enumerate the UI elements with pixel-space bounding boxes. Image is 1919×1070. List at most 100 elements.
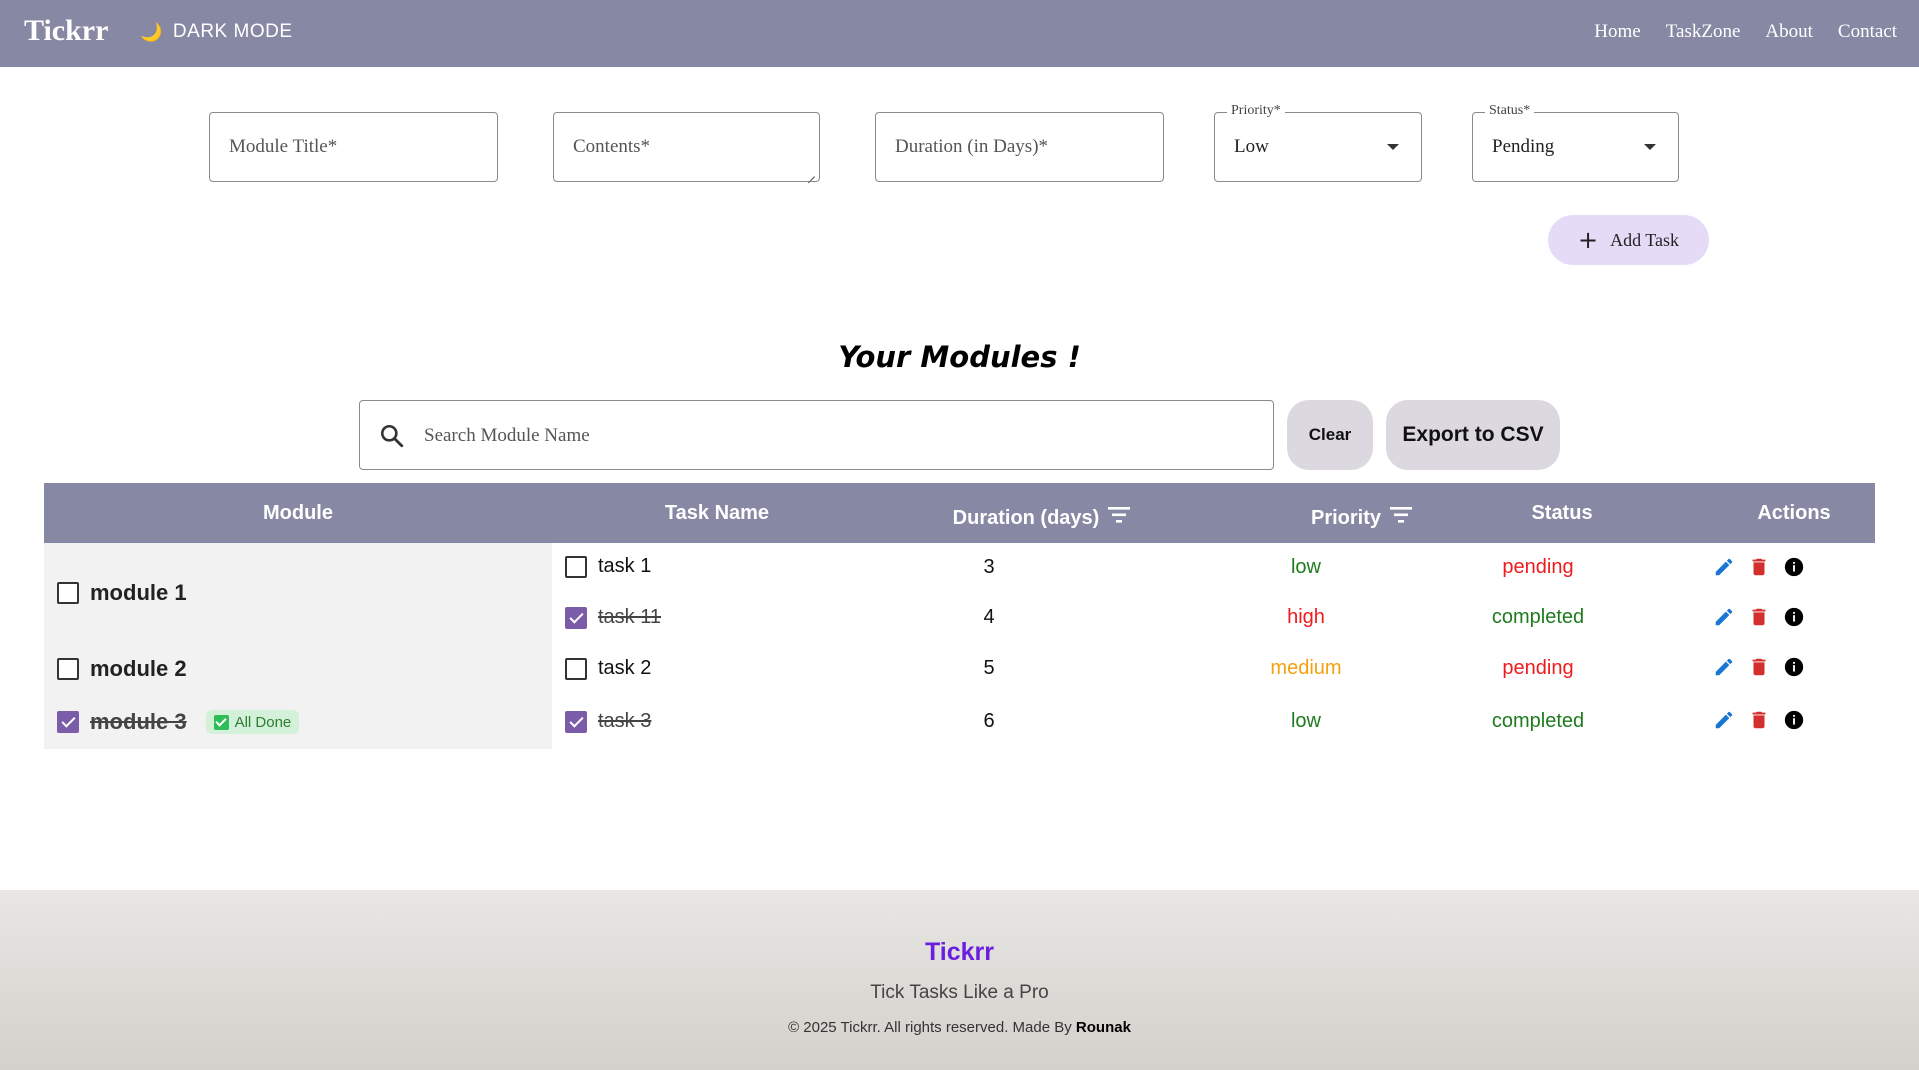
task-name: task 2 [598,657,652,679]
module-name: module 3 [90,709,187,734]
duration-placeholder: Duration (in Days)* [895,136,1049,157]
status-label: Status* [1485,103,1535,119]
priority-select[interactable]: Priority* Low [1214,103,1422,182]
priority-cell: low [1290,556,1321,578]
module-checkbox[interactable] [57,582,79,604]
priority-cell: medium [1270,657,1342,679]
header-actions: Actions [1674,483,1914,543]
task-checkbox[interactable] [565,657,587,680]
footer-brand: Tickrr [924,938,995,966]
contents-placeholder: Contents* [573,136,651,157]
moon-icon: 🌙 [140,21,163,42]
task-checkbox[interactable] [565,606,587,629]
module-name: module 1 [90,580,187,605]
duration-cell: 4 [983,606,995,628]
task-cell: task 11 [565,606,661,629]
task-checkbox[interactable] [565,555,587,578]
all-done-label: All Done [234,713,292,731]
duration-cell: 6 [983,710,995,732]
nav-link-home[interactable]: Home [1594,21,1640,43]
add-task-label: Add Task [1610,229,1679,250]
actions-cell [1713,709,1805,731]
plus-icon: + [1577,226,1599,254]
info-icon[interactable] [1783,709,1805,731]
header-actions-label: Actions [1757,501,1831,524]
task-name: task 1 [598,555,652,577]
header-module: Module [44,483,552,543]
search-placeholder: Search Module Name [424,425,590,446]
filter-icon[interactable] [1107,505,1131,525]
search-icon [380,424,404,448]
status-value: Pending [1492,136,1555,157]
header-duration: Duration (days) [882,483,1202,543]
nav-links: Home TaskZone About Contact [1594,21,1897,43]
dark-mode-toggle[interactable]: 🌙 DARK MODE [140,21,293,43]
module-name: module 2 [90,656,187,681]
footer-copyright: © 2025 Tickrr. All rights reserved. Made… [0,1019,1919,1036]
task-name: task 3 [598,710,652,732]
clear-button[interactable]: Clear [1287,400,1373,470]
header-status: Status [1462,483,1662,543]
module-row: module 1 [57,580,187,606]
module-row: module 2 [57,656,187,682]
add-task-button[interactable]: + Add Task [1548,215,1709,265]
delete-icon[interactable] [1748,709,1770,731]
task-cell: task 3 [565,710,651,733]
header-priority-label: Priority [1310,506,1382,529]
delete-icon[interactable] [1748,656,1770,678]
check-icon [213,714,229,730]
duration-cell: 5 [983,657,995,679]
info-icon[interactable] [1783,556,1805,578]
task-cell: task 2 [565,657,651,680]
filter-icon[interactable] [1389,505,1413,525]
priority-cell: low [1290,710,1321,732]
chevron-down-icon [1387,144,1399,150]
task-checkbox[interactable] [565,710,587,733]
duration-input[interactable]: Duration (in Days)* [875,112,1164,182]
header-task-name: Task Name [552,483,882,543]
nav-link-taskzone[interactable]: TaskZone [1666,21,1741,43]
info-icon[interactable] [1783,656,1805,678]
edit-icon[interactable] [1713,606,1735,628]
search-input[interactable]: Search Module Name [359,400,1274,470]
footer-tagline: Tick Tasks Like a Pro [870,982,1049,1003]
actions-cell [1713,556,1805,578]
table-header: Module Task Name Duration (days) Priorit… [44,483,1875,543]
priority-value: Low [1234,136,1269,157]
export-csv-button[interactable]: Export to CSV [1386,400,1560,470]
task-cell: task 1 [565,555,651,578]
page-title: Your Modules ! [838,340,1081,374]
module-checkbox[interactable] [57,711,79,733]
chevron-down-icon [1644,144,1656,150]
status-cell: completed [1491,606,1585,628]
status-select[interactable]: Status* Pending [1472,103,1679,182]
edit-icon[interactable] [1713,656,1735,678]
status-cell: completed [1491,710,1585,732]
module-title-placeholder: Module Title* [229,136,338,157]
header-duration-label: Duration (days) [952,506,1100,529]
edit-icon[interactable] [1713,709,1735,731]
navbar: Tickrr 🌙 DARK MODE Home TaskZone About C… [0,0,1919,67]
edit-icon[interactable] [1713,556,1735,578]
author-name: Rounak [1075,1019,1131,1036]
status-cell: pending [1502,556,1574,578]
info-icon[interactable] [1783,606,1805,628]
header-task-name-label: Task Name [664,501,770,524]
task-name: task 11 [598,606,661,628]
contents-textarea[interactable]: Contents* [553,112,820,182]
priority-cell: high [1287,606,1325,628]
delete-icon[interactable] [1748,606,1770,628]
nav-link-about[interactable]: About [1765,21,1813,43]
module-checkbox[interactable] [57,658,79,680]
footer: Tickrr Tick Tasks Like a Pro © 2025 Tick… [0,890,1919,1070]
header-module-label: Module [263,501,333,524]
brand-logo[interactable]: Tickrr [24,14,108,48]
module-title-input[interactable]: Module Title* [209,112,498,182]
resize-handle-icon[interactable] [806,168,815,177]
header-status-label: Status [1531,501,1593,524]
nav-link-contact[interactable]: Contact [1838,21,1897,43]
priority-label: Priority* [1227,103,1285,119]
delete-icon[interactable] [1748,556,1770,578]
duration-cell: 3 [983,556,995,578]
module-row: module 3 All Done [57,709,300,735]
